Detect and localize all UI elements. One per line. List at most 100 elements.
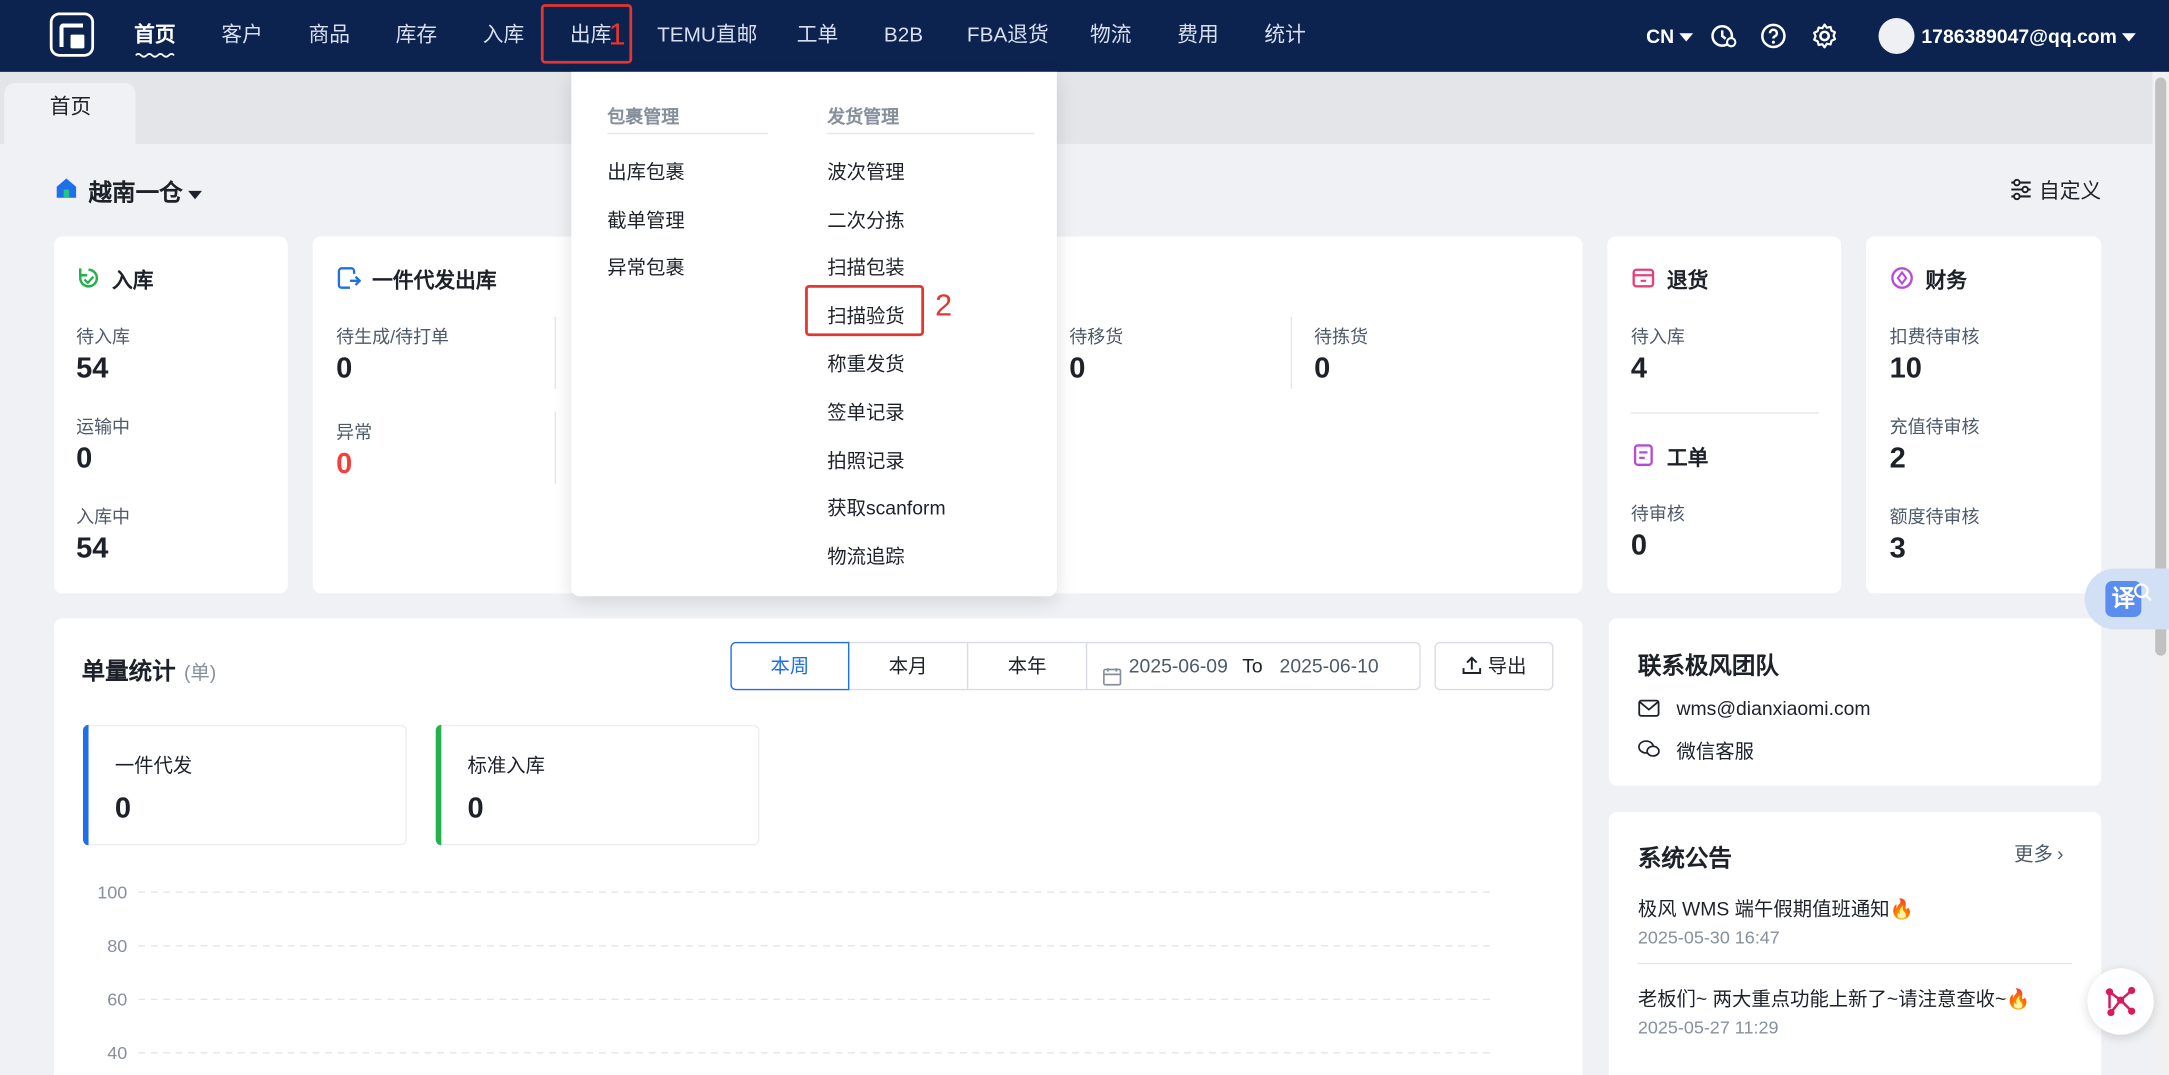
user-account-menu[interactable]: 1786389047@qq.com (1921, 0, 2137, 72)
stat-value[interactable]: 0 (1314, 353, 1330, 386)
nav-fees[interactable]: 费用 (1177, 0, 1219, 72)
menu-item-photo-records[interactable]: 拍照记录 (827, 447, 904, 475)
chart-y-tick-label: 100 (97, 882, 127, 902)
inbound-card-title: 入库 (112, 269, 154, 294)
announcements-more-link[interactable]: 更多 › (2014, 840, 2063, 868)
divider (827, 132, 1035, 135)
nav-workorder[interactable]: 工单 (797, 0, 839, 72)
inbound-icon (76, 266, 101, 291)
stat-label: 充值待审核 (1889, 416, 1980, 438)
nav-active-indicator (135, 53, 175, 59)
stat-label: 待移货 (1069, 326, 1124, 348)
date-from[interactable]: 2025-06-09 (1129, 643, 1228, 689)
accent-bar (435, 724, 442, 846)
nav-logistics[interactable]: 物流 (1090, 0, 1132, 72)
settings-gear-icon[interactable] (1811, 22, 1839, 50)
stat-value[interactable]: 4 (1631, 353, 1647, 386)
stat-label: 待入库 (76, 326, 131, 348)
annotation-number-2: 2 (935, 287, 953, 323)
nav-temu[interactable]: TEMU直邮 (657, 0, 757, 72)
stat-value[interactable]: 2 (1890, 443, 1906, 476)
date-separator: To (1242, 654, 1263, 677)
date-to[interactable]: 2025-06-10 (1280, 643, 1379, 689)
app-logo[interactable] (49, 12, 95, 57)
workorder-icon (1631, 443, 1656, 468)
customize-sliders-icon[interactable] (2010, 178, 2032, 201)
nav-products[interactable]: 商品 (308, 0, 350, 72)
nav-fba-returns[interactable]: FBA退货 (967, 0, 1049, 72)
summary-card-inbound[interactable]: 标准入库 0 (435, 724, 760, 846)
divider (1630, 412, 1820, 414)
order-volume-chart: 100 80 60 40 (97, 882, 1494, 1063)
period-this-week[interactable]: 本周 (730, 641, 850, 691)
accent-bar (82, 724, 89, 846)
nav-statistics[interactable]: 统计 (1264, 0, 1306, 72)
stat-value[interactable]: 0 (1631, 530, 1647, 563)
announcement-item-title[interactable]: 极风 WMS 端午假期值班通知🔥 (1638, 895, 1914, 923)
tab-home[interactable]: 首页 (4, 82, 136, 144)
user-avatar[interactable] (1878, 17, 1915, 54)
stat-value[interactable]: 54 (76, 533, 108, 566)
stat-value[interactable]: 54 (76, 353, 108, 386)
search-icon[interactable] (2133, 582, 2152, 602)
stat-value-error[interactable]: 0 (336, 448, 352, 481)
menu-item-secondary-sorting[interactable]: 二次分拣 (827, 206, 904, 234)
order-stats-unit: (单) (183, 661, 217, 684)
menu-item-get-scanform[interactable]: 获取scanform (827, 494, 945, 522)
mail-icon (1638, 699, 1660, 718)
divider (554, 316, 557, 389)
tab-strip (0, 71, 2169, 144)
summary-card-dropship[interactable]: 一件代发 0 (82, 724, 407, 846)
help-icon[interactable] (1760, 22, 1788, 50)
contact-email[interactable]: wms@dianxiaomi.com (1677, 697, 1871, 719)
period-this-month[interactable]: 本月 (847, 641, 969, 691)
menu-item-logistics-tracking[interactable]: 物流追踪 (827, 542, 904, 570)
stat-value[interactable]: 3 (1890, 533, 1906, 566)
outbound-icon (336, 266, 362, 291)
translate-widget[interactable]: 译 (2084, 568, 2169, 630)
chevron-right-icon: › (2056, 842, 2064, 865)
menu-item-scan-packing[interactable]: 扫描包装 (827, 253, 904, 281)
returns-card: 退货 待入库 4 工单 待审核 0 (1607, 236, 1842, 594)
date-range-picker[interactable]: 2025-06-09 To 2025-06-10 (1085, 641, 1421, 691)
divider (1637, 962, 2073, 965)
language-selector[interactable]: CN (1646, 0, 1694, 72)
nav-inventory[interactable]: 库存 (396, 0, 438, 72)
menu-item-abnormal-packages[interactable]: 异常包裹 (607, 253, 684, 281)
returns-card-title: 退货 (1666, 269, 1709, 294)
stat-value[interactable]: 0 (1069, 353, 1085, 386)
menu-item-weigh-ship[interactable]: 称重发货 (827, 350, 904, 378)
stat-label: 待审核 (1630, 503, 1685, 525)
nav-inbound[interactable]: 入库 (483, 0, 525, 72)
assistant-floating-button[interactable] (2087, 968, 2154, 1035)
dropship-card-title: 一件代发出库 (372, 269, 497, 294)
period-this-year[interactable]: 本年 (966, 641, 1088, 691)
export-button[interactable]: 导出 (1434, 641, 1554, 691)
dropdown-group-title: 包裹管理 (607, 106, 680, 128)
menu-item-signature-records[interactable]: 签单记录 (827, 398, 904, 426)
stat-value[interactable]: 0 (336, 353, 352, 386)
divider (1290, 316, 1293, 389)
announcement-item-title[interactable]: 老板们~ 两大重点功能上新了~请注意查收~🔥 (1638, 985, 2031, 1013)
inbound-card: 入库 待入库 54 运输中 0 入库中 54 (53, 236, 288, 594)
announcement-item-date: 2025-05-30 16:47 (1637, 926, 1780, 948)
nav-b2b[interactable]: B2B (884, 0, 923, 72)
stat-value[interactable]: 0 (76, 443, 92, 476)
announcements-title: 系统公告 (1637, 845, 1732, 872)
announcements-card: 系统公告 更多 › 极风 WMS 端午假期值班通知🔥 2025-05-30 16:… (1608, 811, 2102, 1075)
warehouse-selector[interactable]: 越南一仓 (89, 173, 202, 208)
clock-history-icon[interactable] (1710, 22, 1738, 50)
stat-value[interactable]: 10 (1890, 353, 1922, 386)
returns-icon (1631, 266, 1656, 291)
menu-item-order-interception[interactable]: 截单管理 (607, 206, 684, 234)
nav-customers[interactable]: 客户 (221, 0, 263, 72)
chart-y-tick-label: 80 (107, 936, 127, 956)
summary-label: 标准入库 (467, 753, 546, 777)
nav-home[interactable]: 首页 (134, 0, 176, 72)
annotation-number-1: 1 (608, 16, 626, 52)
contact-wechat-support[interactable]: 微信客服 (1677, 737, 1754, 765)
menu-item-outbound-packages[interactable]: 出库包裹 (607, 158, 684, 186)
menu-item-wave-management[interactable]: 波次管理 (827, 158, 904, 186)
network-graph-icon (2105, 986, 2136, 1017)
customize-button[interactable]: 自定义 (2039, 176, 2101, 205)
